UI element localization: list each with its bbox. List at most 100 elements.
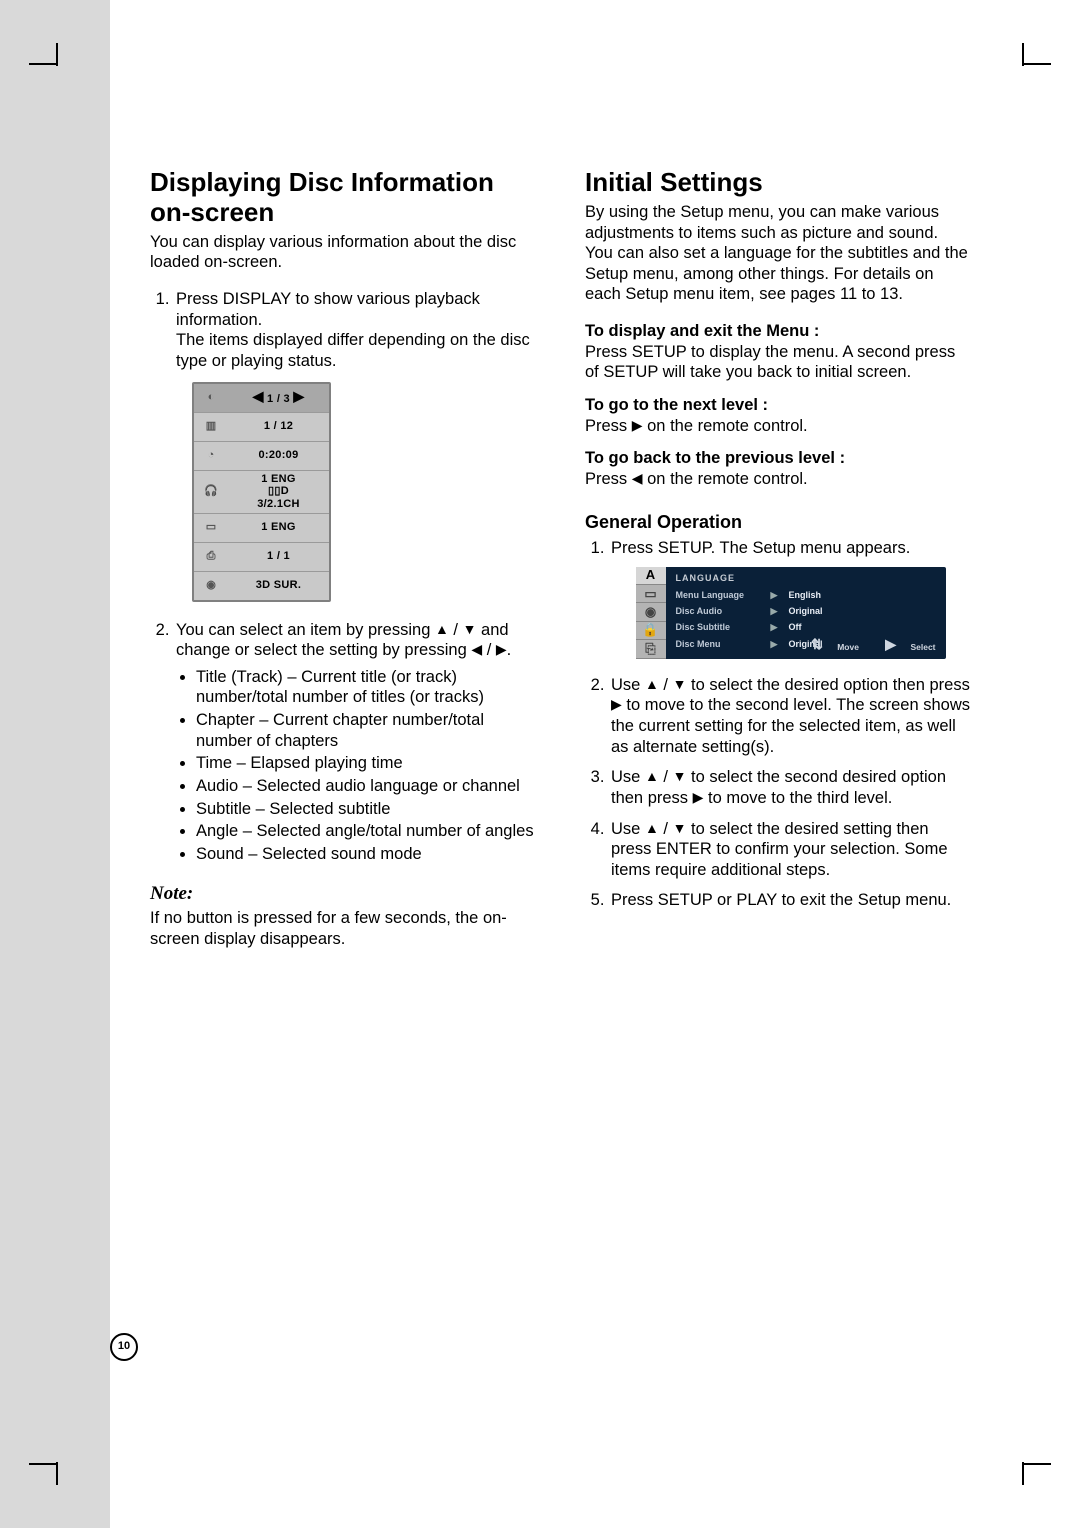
para-display-menu: To display and exit the Menu : Press SET… (585, 321, 970, 383)
list-item: Chapter – Current chapter number/total n… (196, 710, 535, 751)
crop-mark (29, 1463, 57, 1465)
angle-icon: ⎙ (194, 550, 228, 564)
setup-label: Disc Audio (676, 606, 771, 617)
list-item: Audio – Selected audio language or chann… (196, 776, 535, 797)
list-item: Time – Elapsed playing time (196, 753, 535, 774)
osd-panel: ◐ ◀ 1 / 3 ▶ ▥ 1 / 12 ◔ 0:20:09 (192, 382, 331, 602)
setup-title: LANGUAGE (676, 573, 938, 584)
osd-row-time: ◔ 0:20:09 (194, 442, 329, 471)
step-2: You can select an item by pressing ▲ / ▼… (174, 620, 535, 865)
right-column: Initial Settings By using the Setup menu… (585, 168, 970, 1528)
list-item: Title (Track) – Current title (or track)… (196, 667, 535, 708)
t: to select the desired option then press (686, 676, 969, 694)
subhead-display-menu: To display and exit the Menu : (585, 322, 819, 340)
right-arrow-icon: ▶ (293, 388, 304, 404)
step-1: Press DISPLAY to show various playback i… (174, 289, 535, 602)
t: to select the desired setting then press… (611, 820, 948, 879)
setup-tab-others: ⎘ (636, 640, 666, 658)
osd-value: 1 ENG ▯▯D 3/2.1CH (228, 473, 329, 509)
osd-value: ◀ 1 / 3 ▶ (228, 389, 329, 405)
sound-icon: ◉ (194, 579, 228, 593)
setup-tab-display: ▭ (636, 585, 666, 603)
gen-step-1: Press SETUP. The Setup menu appears. A ▭… (609, 538, 970, 659)
heading-initial-settings: Initial Settings (585, 168, 970, 198)
subtitle-icon: ▭ (194, 521, 228, 535)
gen-step-5: Press SETUP or PLAY to exit the Setup me… (609, 890, 970, 911)
left-arrow-icon: ◀ (632, 470, 643, 486)
clock-icon: ◔ (194, 449, 228, 463)
osd-row-audio: 🎧 1 ENG ▯▯D 3/2.1CH (194, 471, 329, 514)
osd-text: 1 / 3 (267, 393, 290, 405)
down-arrow-icon: ▼ (673, 820, 687, 836)
gen-step-3: Use ▲ / ▼ to select the second desired o… (609, 767, 970, 808)
osd-value: 3D SUR. (228, 579, 329, 591)
gen-step-1-text: Press SETUP. The Setup menu appears. (611, 539, 910, 557)
text-display-menu: Press SETUP to display the menu. A secon… (585, 343, 955, 382)
text-next-a: Press (585, 417, 632, 435)
chevron-right-icon: ▶ (771, 622, 789, 633)
note-body: If no button is pressed for a few second… (150, 908, 535, 949)
crop-mark (56, 1462, 58, 1485)
osd-row-subtitle: ▭ 1 ENG (194, 514, 329, 543)
general-operation-steps: Press SETUP. The Setup menu appears. A ▭… (585, 538, 970, 911)
setup-row: Disc Subtitle▶Off (676, 622, 938, 633)
setup-label: Menu Language (676, 590, 771, 601)
osd-value: 1 ENG (228, 521, 329, 533)
left-arrow-icon: ◀ (471, 641, 482, 657)
setup-value: Off (789, 622, 802, 633)
setup-footer: ⇅ Move ▶ Select (787, 636, 935, 654)
settings-intro: By using the Setup menu, you can make va… (585, 202, 970, 305)
osd-field-list: Title (Track) – Current title (or track)… (176, 667, 535, 865)
right-arrow-icon: ▶ (632, 417, 643, 433)
foot-move-label: Move (837, 642, 859, 652)
crop-mark (29, 63, 57, 65)
t: Use (611, 768, 645, 786)
setup-row: Menu Language▶English (676, 590, 938, 601)
step-2-text-a: You can select an item by pressing (176, 621, 435, 639)
setup-foot-select: ▶ Select (873, 642, 935, 652)
disc-info-steps: Press DISPLAY to show various playback i… (150, 289, 535, 864)
setup-tab-strip: A ▭ ◉ 🔒 ⎘ (636, 567, 666, 659)
setup-menu-screenshot: A ▭ ◉ 🔒 ⎘ LANGUAGE Menu Language▶English… (636, 567, 946, 659)
chevron-right-icon: ▶ (771, 606, 789, 617)
heading-disc-info: Displaying Disc Information on-screen (150, 168, 535, 228)
setup-tab-language: A (636, 567, 666, 585)
step-1-line-a: Press DISPLAY to show various playback i… (176, 290, 480, 329)
text-next-b: on the remote control. (643, 417, 808, 435)
osd-value: 1 / 1 (228, 550, 329, 562)
setup-label: Disc Menu (676, 639, 771, 650)
t: Use (611, 820, 645, 838)
t: to move to the third level. (703, 789, 892, 807)
list-item: Subtitle – Selected subtitle (196, 799, 535, 820)
right-arrow-icon: ▶ (611, 696, 622, 712)
osd-row-angle: ⎙ 1 / 1 (194, 543, 329, 572)
left-arrow-icon: ◀ (253, 388, 264, 404)
para-next-level: To go to the next level : Press ▶ on the… (585, 395, 970, 436)
t: Use (611, 676, 645, 694)
setup-foot-move: ⇅ Move (799, 642, 859, 652)
disc-icon: ◐ (194, 391, 228, 405)
audio-icon: 🎧 (194, 485, 228, 499)
heading-general-operation: General Operation (585, 511, 970, 534)
left-column: Displaying Disc Information on-screen Yo… (150, 168, 535, 1528)
right-arrow-icon: ▶ (885, 636, 896, 652)
t: to move to the second level. The screen … (611, 696, 970, 755)
osd-row-title: ◐ ◀ 1 / 3 ▶ (194, 384, 329, 413)
setup-tab-lock: 🔒 (636, 622, 666, 640)
title-icon: ▥ (194, 420, 228, 434)
disc-info-intro: You can display various information abou… (150, 232, 535, 273)
setup-label: Disc Subtitle (676, 622, 771, 633)
setup-value: English (789, 590, 822, 601)
chevron-right-icon: ▶ (771, 639, 789, 650)
up-arrow-icon: ▲ (645, 768, 659, 784)
osd-value: 0:20:09 (228, 449, 329, 461)
text-prev-b: on the remote control. (643, 470, 808, 488)
para-prev-level: To go back to the previous level : Press… (585, 448, 970, 489)
updown-icon: ⇅ (811, 636, 823, 652)
setup-body: LANGUAGE Menu Language▶English Disc Audi… (666, 567, 946, 659)
subhead-next-level: To go to the next level : (585, 396, 768, 414)
subhead-prev-level: To go back to the previous level : (585, 449, 845, 467)
step-1-line-b: The items displayed differ depending on … (176, 331, 530, 370)
text-prev-a: Press (585, 470, 632, 488)
down-arrow-icon: ▼ (673, 676, 687, 692)
